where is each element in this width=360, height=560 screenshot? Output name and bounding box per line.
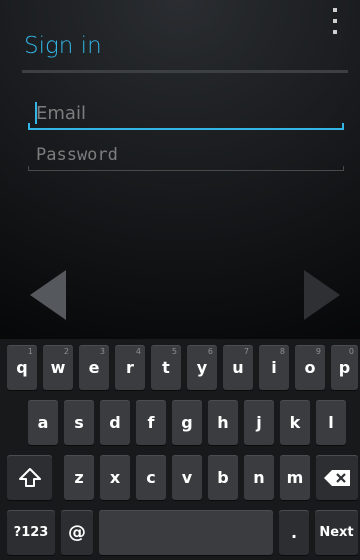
key-h[interactable]: h bbox=[208, 400, 238, 445]
key-hint: 2 bbox=[63, 347, 69, 356]
key-label: p bbox=[338, 358, 351, 377]
key-hint: 4 bbox=[135, 347, 141, 356]
key-hint: 5 bbox=[171, 347, 177, 356]
key-b[interactable]: b bbox=[208, 455, 238, 500]
previous-arrow-icon[interactable] bbox=[30, 270, 66, 324]
key-label: w bbox=[50, 358, 66, 377]
key-a[interactable]: a bbox=[28, 400, 58, 445]
key-i[interactable]: i8 bbox=[259, 345, 289, 390]
email-field[interactable] bbox=[28, 98, 344, 130]
key-l[interactable]: l bbox=[316, 400, 346, 445]
key-hint: 6 bbox=[207, 347, 213, 356]
space-key[interactable] bbox=[99, 510, 273, 555]
key-q[interactable]: q1 bbox=[7, 345, 37, 390]
shift-icon bbox=[18, 467, 41, 487]
key-label: q bbox=[16, 358, 28, 377]
password-input[interactable] bbox=[28, 140, 344, 170]
key-j[interactable]: j bbox=[244, 400, 274, 445]
key-p[interactable]: p0 bbox=[331, 345, 358, 390]
next-key[interactable]: Next bbox=[315, 510, 358, 555]
password-underline-left-tick bbox=[28, 166, 29, 171]
overflow-dot bbox=[333, 30, 337, 34]
key-d[interactable]: d bbox=[100, 400, 130, 445]
key-r[interactable]: r4 bbox=[115, 345, 145, 390]
key-u[interactable]: u7 bbox=[223, 345, 253, 390]
key-x[interactable]: x bbox=[100, 455, 130, 500]
email-underline-right-tick bbox=[342, 123, 344, 130]
key-f[interactable]: f bbox=[136, 400, 166, 445]
shift-key[interactable] bbox=[7, 455, 52, 500]
backspace-icon bbox=[324, 469, 350, 486]
period-key[interactable]: . bbox=[279, 510, 309, 555]
key-label: i bbox=[271, 358, 277, 377]
soft-keyboard: q1 w2 e3 r4 t5 y6 u7 i8 o9 p0 a s d f g … bbox=[0, 339, 360, 560]
key-hint: 1 bbox=[27, 347, 33, 356]
title-divider bbox=[22, 70, 348, 73]
key-label: o bbox=[304, 358, 316, 377]
key-hint: 0 bbox=[348, 347, 354, 356]
email-underline bbox=[28, 128, 344, 130]
password-underline-right-tick bbox=[343, 166, 344, 171]
backspace-key[interactable] bbox=[316, 455, 358, 500]
key-label: r bbox=[126, 358, 134, 377]
key-label: t bbox=[162, 358, 170, 377]
symbols-key[interactable]: ?123 bbox=[7, 510, 55, 555]
email-input[interactable] bbox=[28, 98, 344, 128]
key-w[interactable]: w2 bbox=[43, 345, 73, 390]
key-z[interactable]: z bbox=[64, 455, 94, 500]
page-title: Sign in bbox=[24, 33, 102, 59]
key-y[interactable]: y6 bbox=[187, 345, 217, 390]
key-n[interactable]: n bbox=[244, 455, 274, 500]
key-hint: 9 bbox=[315, 347, 321, 356]
password-underline bbox=[28, 170, 344, 171]
password-field[interactable] bbox=[28, 140, 344, 171]
overflow-dot bbox=[333, 19, 337, 23]
key-e[interactable]: e3 bbox=[79, 345, 109, 390]
key-g[interactable]: g bbox=[172, 400, 202, 445]
key-c[interactable]: c bbox=[136, 455, 166, 500]
key-s[interactable]: s bbox=[64, 400, 94, 445]
key-label: y bbox=[196, 358, 208, 377]
email-underline-left-tick bbox=[28, 123, 30, 130]
key-k[interactable]: k bbox=[280, 400, 310, 445]
overflow-dot bbox=[333, 8, 337, 12]
key-hint: 7 bbox=[243, 347, 249, 356]
key-t[interactable]: t5 bbox=[151, 345, 181, 390]
key-o[interactable]: o9 bbox=[295, 345, 325, 390]
key-hint: 3 bbox=[99, 347, 105, 356]
overflow-menu-icon[interactable] bbox=[332, 8, 338, 34]
at-key[interactable]: @ bbox=[61, 510, 93, 555]
text-cursor bbox=[35, 102, 37, 124]
key-label: u bbox=[232, 358, 244, 377]
next-arrow-icon[interactable] bbox=[304, 270, 340, 324]
key-hint: 8 bbox=[279, 347, 285, 356]
key-label: e bbox=[88, 358, 100, 377]
key-v[interactable]: v bbox=[172, 455, 202, 500]
key-m[interactable]: m bbox=[280, 455, 310, 500]
